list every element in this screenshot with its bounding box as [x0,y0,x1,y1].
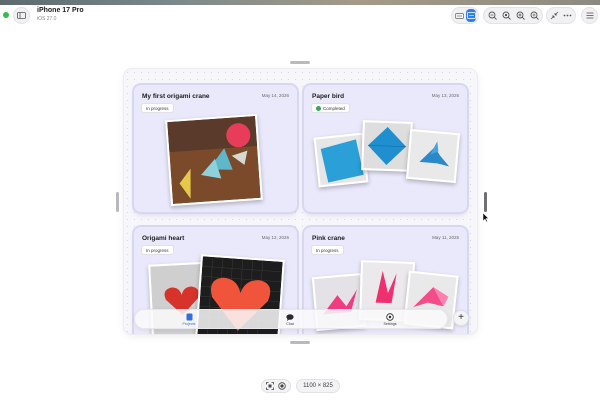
zoom-out-button[interactable] [486,9,498,22]
zoom-actual-icon [502,11,511,20]
project-photo [361,120,413,172]
tab-chat[interactable]: Chat [270,311,310,328]
zoom-fit-button[interactable] [528,9,540,22]
card-date: May 13, 2026 [431,93,459,98]
status-dot [3,12,9,18]
zoom-fit-icon [530,11,539,20]
resize-handle-top[interactable] [290,61,310,64]
card-title: Paper bird [312,93,345,100]
tab-bar: Projects Chat Settings [134,309,448,329]
card-date: May 12, 2026 [261,235,289,240]
shrink-button[interactable] [549,9,560,22]
checkmark-icon [316,105,321,111]
mouse-cursor-icon [483,213,489,222]
zoom-group [483,7,543,24]
blue-fold-image [363,122,411,170]
menu-button[interactable] [581,7,598,24]
resize-handle-right[interactable] [484,192,487,212]
window-titlebar: iPhone 17 Pro iOS 27.0 [0,5,600,27]
window-actions-group [546,7,576,24]
tab-label: Chat [286,321,294,326]
project-card[interactable]: My first origami crane May 14, 2026 In p… [134,85,297,212]
project-photo [405,128,461,184]
canvas-size-label: 1100 × 825 [303,383,333,389]
status-badge: In progress [311,245,344,255]
tab-label: Projects [182,322,196,326]
project-photo [313,132,369,188]
tab-projects[interactable]: Projects [169,311,209,328]
blue-paper-image [315,134,367,186]
input-mode-group [451,7,479,24]
more-icon [563,14,572,17]
card-date: May 11, 2026 [432,235,459,240]
status-badge: Completed [311,103,350,113]
more-button[interactable] [562,9,573,22]
zoom-actual-button[interactable] [500,9,512,22]
zoom-in-button[interactable] [514,9,526,22]
resize-handle-left[interactable] [116,192,119,212]
screen-icon [466,12,476,19]
zoom-out-icon [488,11,497,20]
keyboard-icon [454,12,464,19]
record-icon[interactable] [278,382,286,390]
project-photo [165,113,263,207]
card-title: My first origami crane [142,93,210,100]
blue-bird-image [408,131,458,181]
gear-icon [386,313,394,321]
status-label: In progress [316,247,339,253]
add-project-button[interactable]: + [453,310,469,326]
card-date: May 14, 2026 [261,93,289,98]
menu-icon [586,12,593,19]
status-label: In progress [146,247,169,253]
device-os-version: iOS 27.0 [37,16,57,22]
tab-label: Settings [383,322,397,326]
chat-bubble-icon [286,313,294,321]
status-badge: In progress [141,245,174,255]
status-label: Completed [323,105,345,111]
zoom-in-icon [516,11,525,20]
resize-handle-bottom[interactable] [290,341,310,344]
doc-icon [186,313,192,321]
project-card[interactable]: Paper bird May 13, 2026 Completed [304,85,467,212]
screen-button[interactable] [466,9,476,22]
capture-controls [261,379,291,393]
shrink-icon [550,11,559,20]
sidebar-icon [17,12,26,19]
card-title: Origami heart [142,235,185,242]
tab-settings[interactable]: Settings [370,311,410,328]
keyboard-button[interactable] [454,9,464,22]
status-badge: In progress [141,103,174,113]
canvas-size-display[interactable]: 1100 × 825 [296,379,340,393]
simulator-screen: My first origami crane May 14, 2026 In p… [124,69,477,334]
device-name: iPhone 17 Pro [37,7,84,14]
plus-icon: + [458,312,464,323]
status-label: In progress [146,105,169,111]
card-title: Pink crane [312,235,345,242]
sidebar-toggle-button[interactable] [13,7,30,24]
screenshot-icon[interactable] [266,382,274,390]
origami-crane-image [167,116,261,204]
